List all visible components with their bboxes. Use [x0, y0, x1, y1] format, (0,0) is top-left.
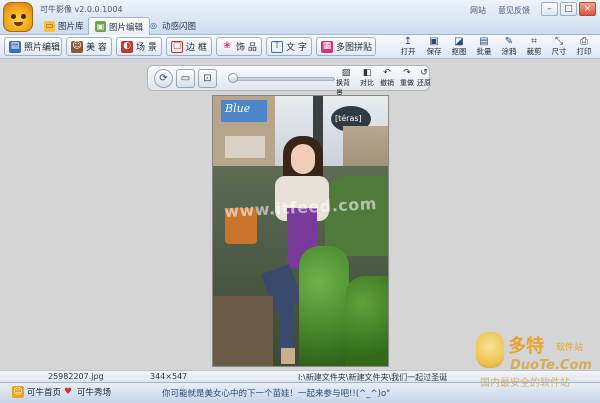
undo-icon: ↶ — [383, 68, 391, 78]
restore-button[interactable]: ↺ 还原 — [416, 69, 432, 91]
print-button[interactable]: ⎙ 打印 — [573, 36, 595, 58]
fit-screen-icon[interactable]: ▭ — [176, 69, 195, 88]
crop-button[interactable]: ⌗ 裁剪 — [523, 36, 545, 58]
text-button[interactable]: T 文 字 — [266, 37, 312, 56]
file-name: 25982207.jpg — [48, 372, 104, 381]
frame-icon: ▢ — [171, 40, 183, 53]
photo-edit-button[interactable]: ▤ 照片编辑 — [4, 37, 62, 56]
folder-icon: ▭ — [44, 20, 55, 32]
compare-icon: ◧ — [362, 68, 372, 78]
compare-button[interactable]: ◧ 对比 — [357, 69, 377, 91]
home-link[interactable]: ☺ 可牛首页 — [12, 386, 61, 398]
showcase-link[interactable]: ♥ 可牛秀场 — [62, 386, 111, 398]
actual-size-icon[interactable]: ⊡ — [198, 69, 217, 88]
restore-icon: ↺ — [420, 68, 428, 78]
promo-marquee[interactable]: 你可能就是美女心中的下一个苗娃！一起来参与吧!!(^_^)o" — [162, 387, 390, 399]
edit-bar: ⟳ ▭ ⊡ ▨ 换背景 ◧ 对比 ↶ 撤销 ↷ 重做 ↺ 还原 — [147, 65, 432, 98]
shop-sign: [téras] — [335, 114, 362, 123]
tab-animation[interactable]: ◎ 动感闪图 — [142, 17, 202, 35]
collage-icon: ▦ — [321, 40, 333, 53]
animation-icon: ◎ — [150, 21, 157, 30]
doodle-icon: ✎ — [504, 35, 514, 47]
feedback-link[interactable]: 意见反馈 — [498, 5, 530, 16]
cutout-button[interactable]: ◪ 抠图 — [448, 36, 470, 58]
decoration-icon: ❀ — [223, 41, 231, 51]
edited-photo: Blue [téras] www.itfeed.com — [213, 96, 388, 366]
print-icon: ⎙ — [580, 35, 588, 47]
main-toolbar: ▤ 照片编辑 ☺ 美 容 ◐ 场 景 ▢ 边 框 ❀ 饰 品 T 文 字 ▦ 多… — [0, 35, 600, 59]
decoration-button[interactable]: ❀ 饰 品 — [216, 37, 262, 56]
open-icon: ↥ — [403, 35, 413, 47]
brand-sub: 软件站 — [556, 343, 584, 353]
batch-icon: ▤ — [479, 35, 489, 47]
swap-background-button[interactable]: ▨ 换背景 — [336, 68, 356, 98]
rotate-icon[interactable]: ⟳ — [154, 69, 173, 88]
zoom-slider-track — [230, 77, 335, 81]
app-logo-icon — [3, 2, 33, 32]
maximize-icon[interactable]: □ — [560, 2, 577, 16]
frame-button[interactable]: ▢ 边 框 — [166, 37, 212, 56]
title-bar: 可牛影像 v2.0.0.1004 ▭ 图片库 ▣ 图片编辑 ◎ 动感闪图 网站 … — [0, 0, 600, 35]
zoom-slider-thumb[interactable] — [228, 73, 238, 83]
beauty-button[interactable]: ☺ 美 容 — [66, 37, 112, 56]
cutout-icon: ◪ — [454, 35, 464, 47]
redo-button[interactable]: ↷ 重做 — [397, 69, 417, 91]
site-watermark: 多特 软件站 DuoTe.Com 国内最安全的软件站 — [472, 330, 600, 400]
image-canvas[interactable]: Blue [téras] www.itfeed.com — [0, 96, 600, 366]
text-icon: T — [271, 40, 283, 53]
collage-button[interactable]: ▦ 多图拼贴 — [316, 37, 376, 56]
tab-photo-edit[interactable]: ▣ 图片编辑 — [88, 17, 151, 35]
photo-edit-icon: ▤ — [9, 40, 21, 53]
heart-icon: ♥ — [63, 386, 73, 397]
minimize-icon[interactable]: – — [541, 2, 558, 16]
undo-button[interactable]: ↶ 撤销 — [377, 69, 397, 91]
brand-name: 多特 — [508, 336, 544, 357]
save-button[interactable]: ▣ 保存 — [423, 36, 445, 58]
image-edit-icon: ▣ — [95, 21, 106, 32]
scene-button[interactable]: ◐ 场 景 — [116, 37, 162, 56]
tab-photo-library[interactable]: ▭ 图片库 — [38, 17, 90, 35]
website-link[interactable]: 网站 — [470, 5, 486, 16]
open-button[interactable]: ↥ 打开 — [397, 36, 419, 58]
store-sign: Blue — [225, 102, 251, 115]
image-dimensions: 344×547 — [150, 372, 188, 381]
save-icon: ▣ — [429, 35, 439, 47]
crop-icon: ⌗ — [531, 35, 537, 47]
resize-button[interactable]: ⤡ 尺寸 — [548, 36, 570, 58]
home-icon: ☺ — [12, 386, 24, 398]
app-title: 可牛影像 v2.0.0.1004 — [40, 5, 123, 14]
scene-icon: ◐ — [121, 40, 133, 53]
close-icon[interactable]: × — [579, 2, 596, 16]
resize-icon: ⤡ — [555, 35, 563, 47]
brand-tagline: 国内最安全的软件站 — [480, 378, 570, 389]
batch-button[interactable]: ▤ 批量 — [473, 36, 495, 58]
face-beauty-icon: ☺ — [71, 40, 83, 53]
brand-domain: DuoTe.Com — [510, 358, 592, 373]
swap-background-icon: ▨ — [341, 68, 351, 78]
mascot-icon — [476, 332, 504, 368]
doodle-button[interactable]: ✎ 涂鸦 — [498, 36, 520, 58]
redo-icon: ↷ — [403, 68, 411, 78]
